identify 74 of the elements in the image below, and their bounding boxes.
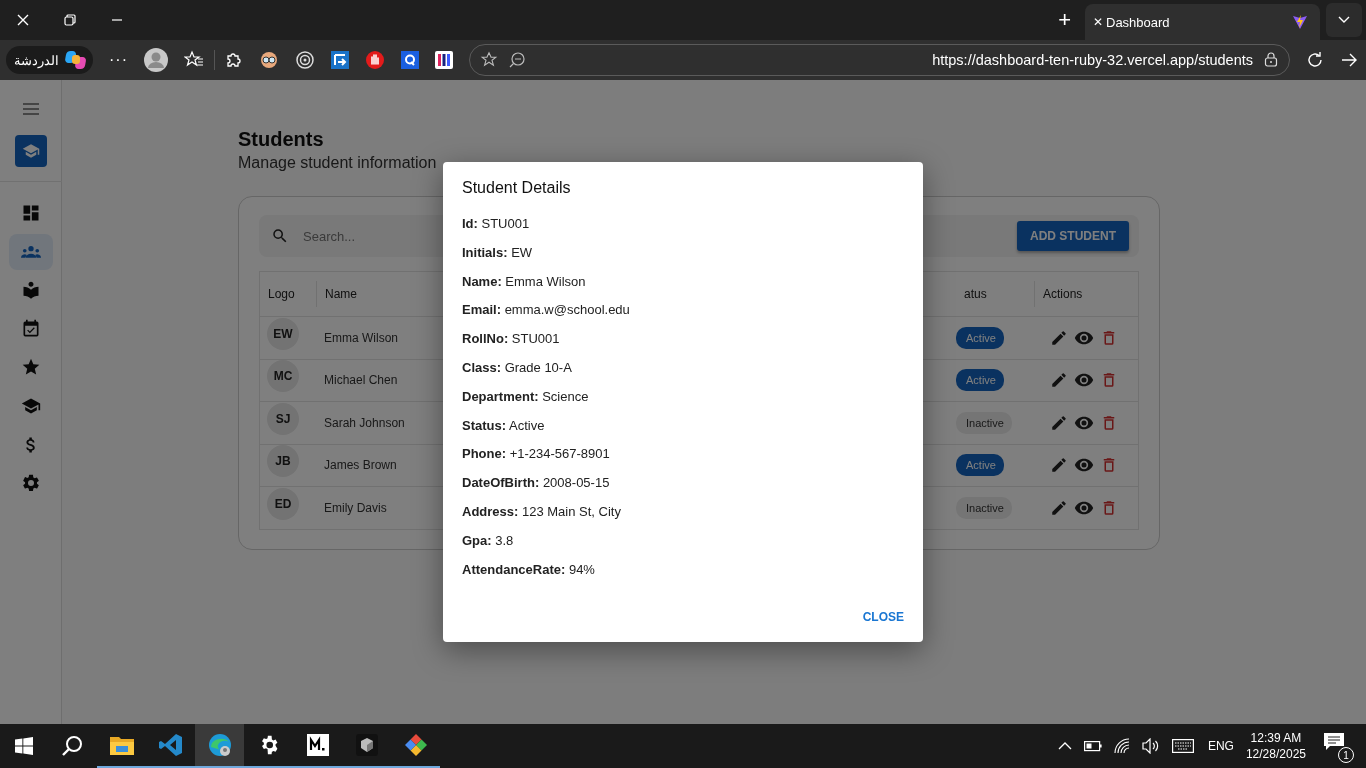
search-icon[interactable]	[61, 735, 83, 757]
sidebar-item[interactable]	[8, 233, 53, 270]
edit-icon[interactable]	[1050, 328, 1068, 347]
browser-icon[interactable]	[195, 724, 244, 768]
tab-list-button[interactable]	[1326, 3, 1362, 37]
detail-field: Gpa: 3.8	[462, 526, 904, 556]
detail-field: Address: 123 Main St, City	[462, 497, 904, 527]
notification-icon	[1324, 733, 1344, 751]
close-button[interactable]: CLOSE	[856, 606, 910, 628]
detail-field: Department: Science	[462, 382, 904, 412]
arrow-box-icon[interactable]	[331, 51, 349, 69]
search-icon	[271, 227, 289, 245]
browser-tab[interactable]: ✕ Dashboard	[1085, 4, 1320, 40]
new-tab-button[interactable]: +	[1058, 7, 1071, 33]
table-cell-text: Michael Chen	[323, 373, 399, 388]
initials-avatar: MC	[267, 360, 299, 393]
bars-box-icon[interactable]	[435, 51, 453, 69]
windows-start-icon[interactable]	[15, 737, 33, 755]
detail-field: Status: Active	[462, 411, 904, 441]
forward-icon[interactable]	[1340, 51, 1358, 69]
graduation-cap-logo	[14, 135, 47, 167]
detail-field: DateOfBirth: 2008-05-15	[462, 469, 904, 498]
q-box-icon[interactable]	[401, 51, 419, 69]
chevron-down-icon	[1338, 16, 1350, 24]
glasses-face-icon[interactable]	[259, 50, 279, 70]
avatar-icon[interactable]	[144, 48, 168, 72]
page-title: Students	[238, 128, 325, 151]
status-chip: Inactive	[956, 411, 1012, 434]
copilot-button[interactable]: الدردشة	[6, 46, 93, 74]
edit-icon[interactable]	[1050, 498, 1068, 517]
battery-icon[interactable]	[1083, 740, 1102, 752]
more-button[interactable]: ···	[109, 51, 128, 69]
status-chip: Active	[956, 369, 1004, 392]
detail-field: RollNo: STU001	[462, 325, 904, 354]
extensions-icon[interactable]	[225, 51, 243, 69]
column-header: atus	[963, 286, 988, 303]
language-indicator[interactable]: ENG	[1207, 739, 1234, 753]
detail-field: Email: emma.w@school.edu	[462, 296, 904, 326]
status-chip: Active	[956, 326, 1004, 349]
page-subtitle: Manage student information	[238, 154, 438, 172]
refresh-icon[interactable]	[1306, 51, 1324, 69]
copilot-icon	[65, 49, 87, 71]
lightning-icon	[1292, 14, 1308, 30]
dialog-title: Student Details	[462, 179, 572, 197]
settings-icon	[20, 473, 41, 494]
wifi-icon[interactable]	[1113, 738, 1130, 754]
table-cell-text: Sarah Johnson	[323, 415, 406, 430]
status-chip: Active	[956, 454, 1004, 477]
keyboard-icon[interactable]	[1171, 739, 1194, 753]
edit-icon[interactable]	[1050, 413, 1068, 432]
restore-icon[interactable]	[64, 14, 76, 26]
hand-stop-icon[interactable]	[365, 50, 385, 70]
column-header: Actions	[1034, 280, 1138, 308]
edit-icon[interactable]	[1050, 456, 1068, 475]
clock[interactable]: 12:39 AM 12/28/2025	[1245, 730, 1306, 762]
initials-avatar: EW	[267, 317, 299, 350]
detail-field: Class: Grade 10-A	[462, 354, 904, 383]
table-cell-text: Emily Davis	[323, 500, 388, 515]
detail-field: Name: Emma Wilson	[462, 267, 904, 297]
initials-avatar: SJ	[267, 402, 299, 435]
edit-icon[interactable]	[1050, 371, 1068, 390]
column-header: Logo	[267, 286, 296, 303]
close-icon[interactable]	[17, 14, 29, 26]
initials-avatar: ED	[267, 487, 299, 520]
notifications-button[interactable]: 1	[1324, 729, 1354, 763]
status-chip: Inactive	[956, 496, 1012, 519]
detail-field: Phone: +1-234-567-8901	[462, 440, 904, 470]
table-cell-text: Emma Wilson	[323, 330, 399, 345]
table-cell-text: James Brown	[323, 458, 398, 473]
target-icon[interactable]	[295, 50, 315, 70]
chevron-up-icon[interactable]	[1057, 741, 1072, 751]
speaker-icon[interactable]	[1141, 738, 1160, 754]
detail-field: AttendanceRate: 94%	[462, 555, 904, 585]
initials-avatar: JB	[267, 445, 299, 478]
